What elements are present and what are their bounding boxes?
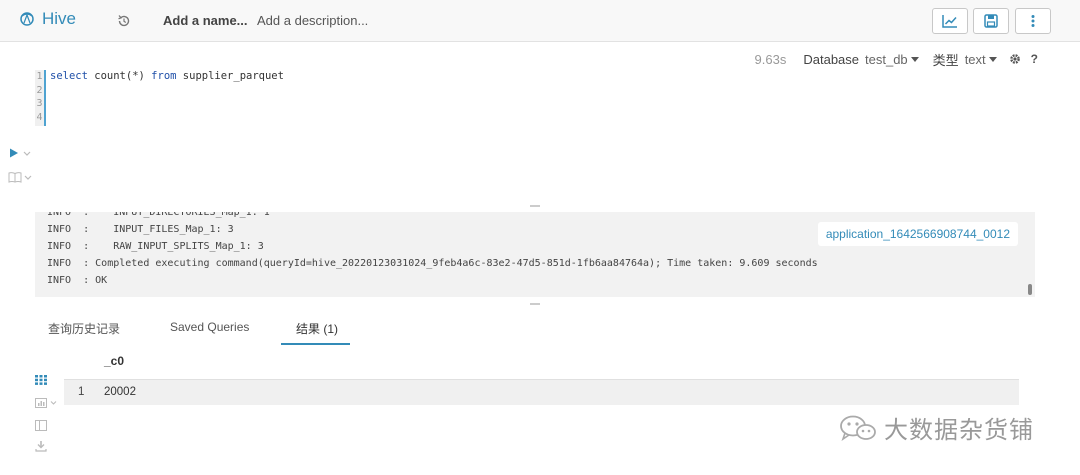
results-tabs: 查询历史记录 Saved Queries 结果 (1) <box>35 312 1035 346</box>
help-icon[interactable]: ? <box>1031 52 1038 66</box>
sql-keyword-select: select <box>50 70 88 82</box>
bar-chart-icon <box>35 398 57 408</box>
chart-view-button[interactable] <box>35 395 59 413</box>
hive-bee-icon <box>20 12 34 26</box>
download-button[interactable] <box>35 439 47 457</box>
execution-time: 9.63s <box>754 51 787 67</box>
line-number: 1 <box>36 71 43 82</box>
type-caret-icon[interactable] <box>988 56 997 62</box>
log-line: INFO : INPUT_FILES_Map_1: 3 <box>47 224 234 235</box>
sql-keyword-from: from <box>151 70 177 82</box>
watermark-text: 大数据杂货铺 <box>884 416 1034 444</box>
top-bar: Hive Add a name... Add a description... <box>0 0 1080 42</box>
log-line: INFO : RAW_INPUT_SPLITS_Map_1: 3 <box>47 241 264 252</box>
log-line: INFO : OK <box>47 275 108 286</box>
download-icon <box>35 441 47 452</box>
sql-function: count(*) <box>94 70 145 82</box>
history-icon[interactable] <box>116 13 132 29</box>
watermark: 大数据杂货铺 <box>838 410 1034 445</box>
type-select[interactable]: text <box>965 52 986 67</box>
application-link[interactable]: application_1642566908744_0012 <box>817 222 1018 246</box>
grid-view-button[interactable] <box>35 372 47 390</box>
database-select[interactable]: test_db <box>865 52 908 67</box>
play-icon <box>10 148 31 158</box>
hive-logo[interactable]: Hive <box>18 9 76 29</box>
splitter-grip-icon[interactable] <box>530 303 540 305</box>
sql-editor[interactable]: 1 2 3 4 select count(*) from supplier_pa… <box>35 70 1035 130</box>
table-cell[interactable]: 20002 <box>104 386 136 398</box>
result-column-header[interactable]: _c0 <box>104 354 124 368</box>
sql-table-name: supplier_parquet <box>182 70 284 82</box>
editor-log-splitter[interactable] <box>35 201 1035 211</box>
run-query-button[interactable] <box>9 146 33 164</box>
line-number: 3 <box>36 98 43 109</box>
save-button[interactable] <box>973 8 1009 34</box>
line-number-gutter: 1 2 3 4 <box>35 70 46 126</box>
grid-icon <box>35 375 47 385</box>
log-line: INFO : Completed executing command(query… <box>47 258 818 269</box>
more-options-button[interactable] <box>1015 8 1051 34</box>
vertical-ellipsis-icon <box>1031 15 1035 27</box>
app-name: Hive <box>42 9 77 28</box>
columns-icon <box>35 420 47 431</box>
line-chart-icon <box>942 15 957 28</box>
editor-status-row: 9.63s Database test_db 类型 text ? <box>755 50 1038 68</box>
query-name-field[interactable]: Add a name... <box>163 13 248 28</box>
tab-saved-queries[interactable]: Saved Queries <box>170 320 249 334</box>
splitter-grip-icon[interactable] <box>530 205 540 207</box>
log-scrollbar[interactable] <box>1028 284 1032 295</box>
query-description-field[interactable]: Add a description... <box>257 13 368 28</box>
snippet-options-button[interactable] <box>8 170 34 188</box>
active-tab-indicator <box>281 343 350 345</box>
log-panel: INFO : INPUT_DIRECTORIES_Map_1: 1 INFO :… <box>35 212 1035 297</box>
wechat-icon <box>840 415 876 441</box>
log-results-splitter[interactable] <box>35 299 1035 309</box>
table-row[interactable]: 1 20002 <box>64 379 1019 405</box>
line-number: 4 <box>36 111 43 123</box>
line-number: 2 <box>36 84 43 96</box>
row-number: 1 <box>78 386 85 398</box>
gear-icon[interactable] <box>1009 53 1021 65</box>
code-line[interactable]: select count(*) from supplier_parquet <box>50 70 284 84</box>
database-label: Database <box>803 51 860 67</box>
columns-toggle-button[interactable] <box>35 418 47 436</box>
type-label: 类型 <box>932 52 959 68</box>
database-caret-icon[interactable] <box>910 56 919 62</box>
chart-button[interactable] <box>932 8 968 34</box>
save-icon <box>984 14 998 28</box>
book-icon <box>8 172 32 183</box>
tab-query-history[interactable]: 查询历史记录 <box>48 320 120 337</box>
log-line: INFO : INPUT_DIRECTORIES_Map_1: 1 <box>47 212 270 218</box>
tab-results[interactable]: 结果 (1) <box>296 320 338 337</box>
